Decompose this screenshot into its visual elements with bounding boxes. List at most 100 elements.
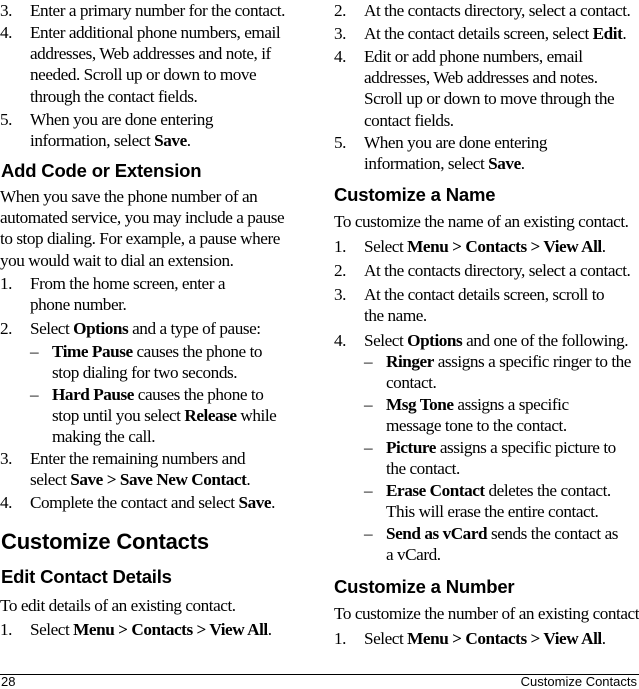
dash-bullet-icon: –	[364, 352, 373, 371]
step-number: 3.	[0, 1, 12, 20]
step-number: 5.	[0, 110, 12, 129]
step-number: 4.	[0, 23, 12, 42]
ui-term: Hard Pause	[52, 385, 134, 404]
ui-term: Send as vCard	[386, 524, 488, 543]
section-heading-edit-details: Edit Contact Details	[1, 566, 172, 587]
dash-bullet-icon: –	[364, 438, 373, 457]
text-run: At the contacts directory, select a cont…	[364, 261, 631, 280]
text-run: Select	[364, 629, 408, 648]
text-run: .	[601, 237, 606, 256]
ui-term: Msg Tone	[386, 395, 454, 414]
dash-bullet-icon: –	[364, 481, 373, 500]
ui-term: Ringer	[386, 352, 434, 371]
text-run: .	[520, 154, 525, 174]
ui-term: Save	[488, 154, 521, 174]
step-text: At the contact details screen, scroll to…	[364, 284, 626, 326]
step-number: 3.	[334, 285, 346, 304]
step-text: From the home screen, enter a phone numb…	[30, 273, 265, 315]
ui-term: Erase Contact	[386, 481, 485, 500]
step-number: 5.	[334, 133, 346, 152]
text-run: At the contact details screen, select	[364, 24, 593, 43]
step-number: 1.	[0, 274, 12, 293]
section-heading-customize-name: Customize a Name	[334, 184, 496, 205]
dash-bullet-icon: –	[30, 385, 39, 404]
text-run: Edit or add phone numbers, email address…	[364, 47, 615, 130]
step-number: 2.	[334, 1, 346, 20]
step-number: 1.	[0, 620, 12, 639]
text-run: .	[246, 470, 251, 490]
step-number: 1.	[334, 629, 346, 648]
text-run: Enter additional phone numbers, email ad…	[30, 23, 281, 106]
bullet-text: Erase Contact deletes the contact. This …	[386, 480, 636, 522]
dash-bullet-icon: –	[364, 524, 373, 543]
step-text: When you are done entering information, …	[30, 109, 285, 151]
step-number: 3.	[334, 24, 346, 43]
step-text: At the contacts directory, select a cont…	[364, 0, 639, 21]
section-intro: To customize the number of an existing c…	[334, 604, 639, 623]
step-text: Enter additional phone numbers, email ad…	[30, 22, 298, 107]
step-number: 2.	[0, 319, 12, 338]
step-number: 4.	[0, 493, 12, 512]
section-intro: To customize the name of an existing con…	[334, 212, 629, 231]
text-run: Select	[30, 620, 74, 639]
step-text: At the contacts directory, select a cont…	[364, 260, 639, 281]
ui-term: Options	[73, 319, 129, 338]
step-number: 1.	[334, 237, 346, 256]
text-run: .	[186, 131, 191, 151]
ui-term: Save	[154, 131, 187, 151]
text-run: At the contact details screen, scroll to…	[364, 285, 605, 326]
dash-bullet-icon: –	[364, 395, 373, 414]
text-run: and one of the following.	[462, 331, 629, 350]
bullet-text: Msg Tone assigns a specific message tone…	[386, 394, 626, 436]
text-run: and a type of pause:	[128, 319, 261, 338]
text-run: Select	[364, 331, 408, 350]
step-number: 4.	[334, 331, 346, 350]
text-run: .	[601, 629, 606, 648]
step-text: Edit or add phone numbers, email address…	[364, 46, 632, 131]
running-title: Customize Contacts	[520, 674, 637, 689]
text-run: From the home screen, enter a phone numb…	[30, 274, 226, 315]
text-run: Complete the contact and select	[30, 493, 239, 512]
section-intro: To edit details of an existing contact.	[0, 596, 236, 615]
step-text: When you are done entering information, …	[364, 132, 619, 174]
bullet-text: Picture assigns a specific picture to th…	[386, 437, 636, 479]
step-text: Complete the contact and select Save.	[30, 492, 298, 513]
ui-term: Options	[407, 331, 463, 350]
step-text: Select Menu > Contacts > View All.	[364, 628, 639, 649]
section-heading-customize-number: Customize a Number	[334, 576, 515, 597]
step-text: Select Options and one of the following.	[364, 330, 639, 351]
text-run: Select	[364, 237, 408, 256]
step-text: At the contact details screen, select Ed…	[364, 23, 639, 44]
text-run: Enter a primary number for the contact.	[30, 1, 285, 20]
ui-term: Save > Save New Contact	[70, 470, 247, 490]
step-text: Select Menu > Contacts > View All.	[364, 236, 639, 257]
text-run: At the contacts directory, select a cont…	[364, 1, 631, 20]
bullet-text: Send as vCard sends the contact as a vCa…	[386, 523, 626, 565]
ui-term: Time Pause	[52, 342, 133, 361]
text-run: Select	[30, 319, 74, 338]
ui-term: Edit	[592, 24, 623, 43]
text-run: .	[271, 493, 275, 512]
dash-bullet-icon: –	[30, 342, 39, 361]
bullet-text: Hard Pause causes the phone to stop unti…	[52, 384, 292, 448]
ui-term: Menu > Contacts > View All	[407, 629, 602, 648]
step-text: Enter a primary number for the contact.	[30, 0, 298, 21]
bullet-text: Ringer assigns a specific ringer to the …	[386, 351, 636, 393]
step-text: Select Menu > Contacts > View All.	[30, 619, 298, 640]
ui-term: Release	[184, 406, 237, 426]
ui-term: Menu > Contacts > View All	[73, 620, 268, 639]
step-text: Select Options and a type of pause:	[30, 318, 290, 339]
text-run: .	[622, 24, 627, 43]
ui-term: Picture	[386, 438, 436, 457]
ui-term: Save	[238, 493, 272, 512]
section-intro: When you save the phone number of an aut…	[0, 187, 285, 270]
chapter-heading: Customize Contacts	[1, 529, 209, 554]
bullet-text: Time Pause causes the phone to stop dial…	[52, 341, 292, 383]
step-number: 3.	[0, 449, 12, 468]
ui-term: Menu > Contacts > View All	[407, 237, 602, 256]
step-text: Enter the remaining numbers and select S…	[30, 448, 285, 490]
step-number: 2.	[334, 261, 346, 280]
text-run: .	[267, 620, 272, 639]
section-heading-add-code: Add Code or Extension	[1, 160, 202, 181]
step-number: 4.	[334, 47, 346, 66]
